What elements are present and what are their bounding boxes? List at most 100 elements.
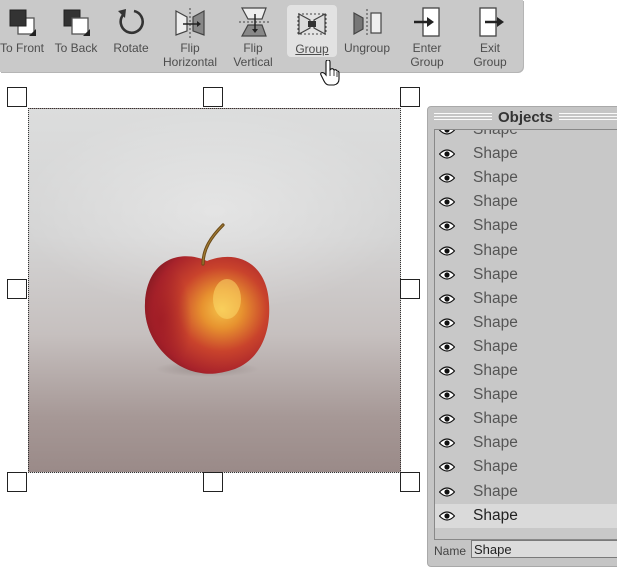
to-back-label: To Back bbox=[54, 41, 98, 55]
eye-icon[interactable] bbox=[439, 294, 455, 304]
object-row-label: Shape bbox=[473, 193, 518, 211]
group-button[interactable]: Group bbox=[287, 5, 337, 57]
object-row-label: Shape bbox=[473, 169, 518, 187]
object-row[interactable]: Shape bbox=[435, 166, 617, 190]
object-row-label: Shape bbox=[473, 362, 518, 379]
resize-handle-top-right[interactable] bbox=[400, 87, 420, 107]
eye-icon[interactable] bbox=[439, 318, 455, 328]
group-label: Group bbox=[295, 42, 329, 56]
object-row-label: Shape bbox=[473, 506, 518, 524]
object-row[interactable]: Shape bbox=[435, 455, 617, 479]
rotate-button[interactable]: Rotate bbox=[108, 0, 154, 72]
eye-icon[interactable] bbox=[439, 149, 455, 159]
enter-group-icon bbox=[414, 7, 440, 37]
object-row[interactable]: Shape bbox=[435, 129, 617, 142]
ungroup-button[interactable]: Ungroup bbox=[341, 0, 393, 72]
object-row-label: Shape bbox=[473, 241, 518, 259]
flip-horizontal-line1: Flip bbox=[180, 41, 200, 55]
object-row-label: Shape bbox=[473, 265, 518, 283]
ungroup-label: Ungroup bbox=[343, 41, 391, 55]
to-back-icon bbox=[63, 9, 90, 36]
objects-panel-title: Objects bbox=[491, 108, 560, 126]
eye-icon[interactable] bbox=[439, 342, 455, 352]
ungroup-icon bbox=[353, 9, 382, 37]
object-row-label: Shape bbox=[473, 289, 518, 307]
flip-vertical-icon bbox=[239, 7, 269, 37]
exit-group-line1: Exit bbox=[479, 41, 500, 55]
rotate-label: Rotate bbox=[113, 41, 149, 55]
object-row[interactable]: Shape bbox=[435, 311, 617, 335]
object-row[interactable]: Shape bbox=[435, 263, 617, 287]
resize-handle-left[interactable] bbox=[7, 279, 27, 299]
eye-icon[interactable] bbox=[439, 173, 455, 183]
object-row[interactable]: Shape bbox=[435, 407, 617, 431]
name-field[interactable] bbox=[471, 540, 617, 558]
object-row[interactable]: Shape bbox=[435, 239, 617, 263]
group-icon bbox=[297, 12, 327, 36]
object-row-label: Shape bbox=[473, 434, 518, 452]
eye-icon[interactable] bbox=[439, 269, 455, 280]
eye-icon[interactable] bbox=[439, 390, 455, 400]
object-row-label: Shape bbox=[473, 217, 518, 235]
resize-handle-top[interactable] bbox=[203, 87, 223, 107]
to-front-label: To Front bbox=[0, 41, 45, 55]
object-row[interactable]: Shape bbox=[435, 214, 617, 238]
apple-image bbox=[144, 223, 270, 377]
eye-icon[interactable] bbox=[439, 129, 455, 135]
object-row[interactable]: Shape bbox=[435, 480, 617, 504]
object-row[interactable]: Shape bbox=[435, 431, 617, 455]
object-row-label: Shape bbox=[473, 337, 518, 355]
exit-group-button[interactable]: Exit Group bbox=[466, 0, 514, 72]
hand-cursor-icon bbox=[320, 60, 340, 86]
object-row[interactable]: Shape bbox=[435, 287, 617, 311]
object-row-label: Shape bbox=[473, 410, 518, 428]
to-front-button[interactable]: To Front bbox=[0, 0, 44, 72]
object-row[interactable]: Shape bbox=[435, 503, 617, 528]
toolbar: To Front To Back Rotate Flip Horizontal bbox=[0, 0, 523, 72]
eye-icon[interactable] bbox=[439, 438, 455, 448]
resize-handle-right[interactable] bbox=[400, 279, 420, 299]
resize-handle-top-left[interactable] bbox=[7, 87, 27, 107]
enter-group-line1: Enter bbox=[412, 41, 442, 55]
resize-handle-bottom-right[interactable] bbox=[400, 472, 420, 492]
object-row-label: Shape bbox=[473, 129, 518, 138]
flip-vertical-line2: Vertical bbox=[233, 55, 273, 69]
eye-icon[interactable] bbox=[439, 245, 455, 256]
to-front-icon bbox=[9, 9, 36, 36]
objects-list[interactable]: Shape Shape Shape Shape Shape Shape Shape Shape… bbox=[434, 129, 617, 540]
exit-group-line2: Group bbox=[473, 55, 507, 69]
resize-handle-bottom-left[interactable] bbox=[7, 472, 27, 492]
object-row[interactable]: Shape bbox=[435, 383, 617, 407]
object-row-label: Shape bbox=[473, 386, 518, 404]
object-row[interactable]: Shape bbox=[435, 190, 617, 214]
eye-icon[interactable] bbox=[439, 221, 455, 231]
resize-handle-bottom[interactable] bbox=[203, 472, 223, 492]
flip-horizontal-line2: Horizontal bbox=[162, 55, 218, 69]
object-row[interactable]: Shape bbox=[435, 335, 617, 359]
name-label: Name bbox=[434, 544, 467, 558]
object-row-label: Shape bbox=[473, 458, 518, 476]
enter-group-line2: Group bbox=[410, 55, 444, 69]
flip-horizontal-button[interactable]: Flip Horizontal bbox=[160, 0, 220, 72]
flip-vertical-line1: Flip bbox=[243, 41, 263, 55]
objects-panel: Objects Shape Shape Shape Shape Shape Shape Sh… bbox=[427, 106, 617, 567]
object-row[interactable]: Shape bbox=[435, 142, 617, 166]
rotate-icon bbox=[118, 9, 144, 35]
object-row[interactable]: Shape bbox=[435, 359, 617, 383]
image-canvas[interactable] bbox=[28, 108, 401, 473]
to-back-button[interactable]: To Back bbox=[52, 0, 100, 72]
object-row-label: Shape bbox=[473, 482, 518, 500]
object-row-label: Shape bbox=[473, 313, 518, 331]
exit-group-icon bbox=[479, 7, 504, 37]
object-row-label: Shape bbox=[473, 145, 518, 163]
eye-icon[interactable] bbox=[439, 197, 455, 207]
eye-icon[interactable] bbox=[439, 462, 455, 472]
eye-icon[interactable] bbox=[439, 486, 455, 497]
flip-horizontal-icon bbox=[175, 8, 205, 38]
eye-icon[interactable] bbox=[439, 414, 455, 424]
objects-panel-header[interactable]: Objects bbox=[428, 107, 617, 127]
eye-icon[interactable] bbox=[439, 366, 455, 376]
enter-group-button[interactable]: Enter Group bbox=[403, 0, 451, 72]
eye-icon[interactable] bbox=[439, 510, 455, 521]
flip-vertical-button[interactable]: Flip Vertical bbox=[228, 0, 278, 72]
